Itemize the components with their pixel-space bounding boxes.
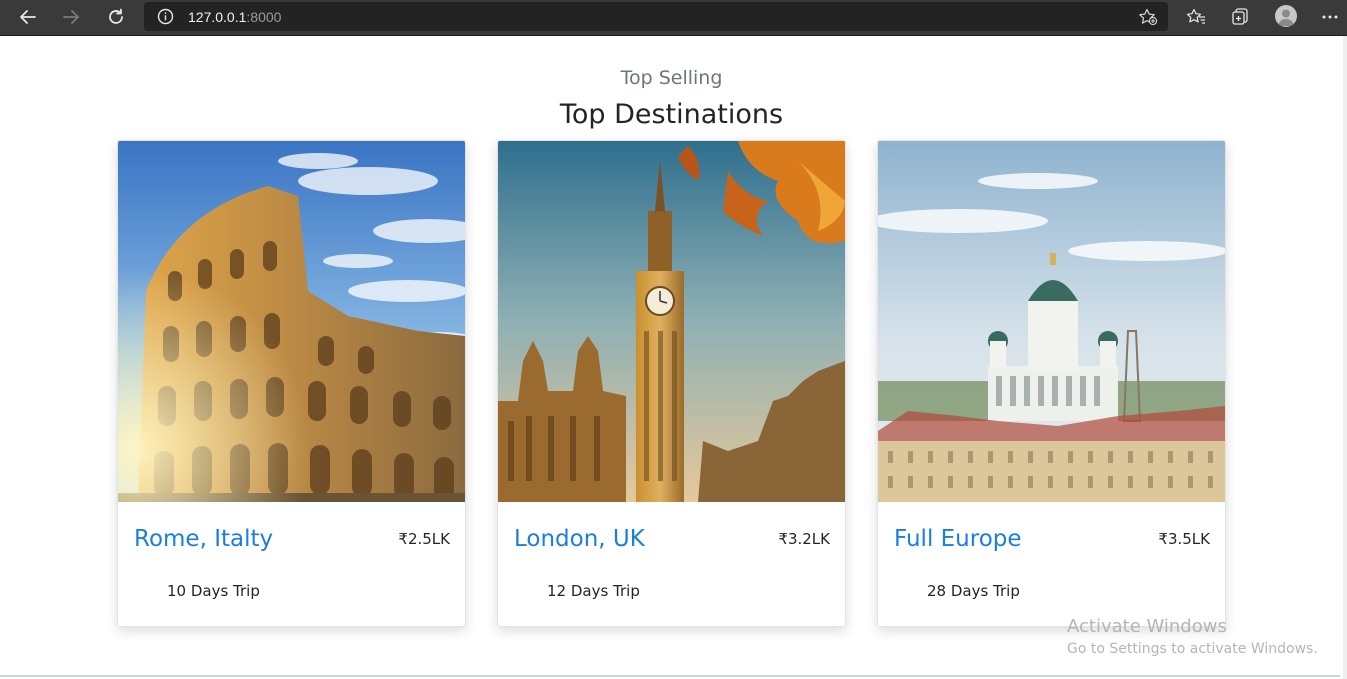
page-bottom-border	[0, 675, 1340, 677]
add-favorite-icon[interactable]	[1138, 8, 1158, 30]
section-eyebrow: Top Selling	[620, 67, 723, 89]
destination-duration: 10 Days Trip	[167, 582, 260, 600]
favorites-icon[interactable]	[1181, 3, 1211, 31]
more-icon[interactable]	[1315, 3, 1345, 31]
collections-icon[interactable]	[1225, 3, 1255, 31]
helsinki-cathedral-image[interactable]	[878, 141, 1225, 502]
url-host: 127.0.0.1	[188, 9, 247, 25]
activate-windows-watermark: Activate Windows Go to Settings to activ…	[1067, 616, 1318, 660]
browser-toolbar: 127.0.0.1:8000	[0, 0, 1347, 36]
destination-duration: 28 Days Trip	[927, 582, 1020, 600]
scrollbar[interactable]	[1343, 36, 1347, 679]
url-port: :8000	[246, 9, 282, 25]
destination-card-london[interactable]: London, UK ₹3.2LK 12 Days Trip	[497, 140, 846, 627]
destination-title[interactable]: Rome, Italty	[134, 526, 273, 552]
big-ben-image[interactable]	[498, 141, 845, 502]
refresh-icon[interactable]	[101, 3, 131, 31]
destination-card-europe[interactable]: Full Europe ₹3.5LK 28 Days Trip	[877, 140, 1226, 627]
url-text: 127.0.0.1:8000	[188, 9, 281, 25]
destination-duration: 12 Days Trip	[547, 582, 640, 600]
destination-card-rome[interactable]: Rome, Italty ₹2.5LK 10 Days Trip	[117, 140, 466, 627]
watermark-subtitle: Go to Settings to activate Windows.	[1067, 641, 1318, 657]
back-arrow-icon[interactable]	[13, 3, 43, 31]
forward-arrow-icon[interactable]	[56, 3, 86, 31]
info-icon[interactable]	[157, 8, 174, 29]
section-heading: Top Destinations	[559, 99, 784, 130]
destination-title[interactable]: Full Europe	[894, 526, 1022, 552]
destination-price: ₹3.5LK	[1158, 530, 1210, 548]
colosseum-image[interactable]	[118, 141, 465, 502]
address-bar[interactable]: 127.0.0.1:8000	[144, 2, 1168, 31]
destination-price: ₹3.2LK	[778, 530, 830, 548]
watermark-title: Activate Windows	[1067, 616, 1227, 637]
page-content: Top Selling Top Destinations Rome, Italt…	[0, 36, 1347, 679]
profile-icon[interactable]	[1275, 5, 1297, 27]
destination-title[interactable]: London, UK	[514, 526, 645, 552]
destination-price: ₹2.5LK	[398, 530, 450, 548]
